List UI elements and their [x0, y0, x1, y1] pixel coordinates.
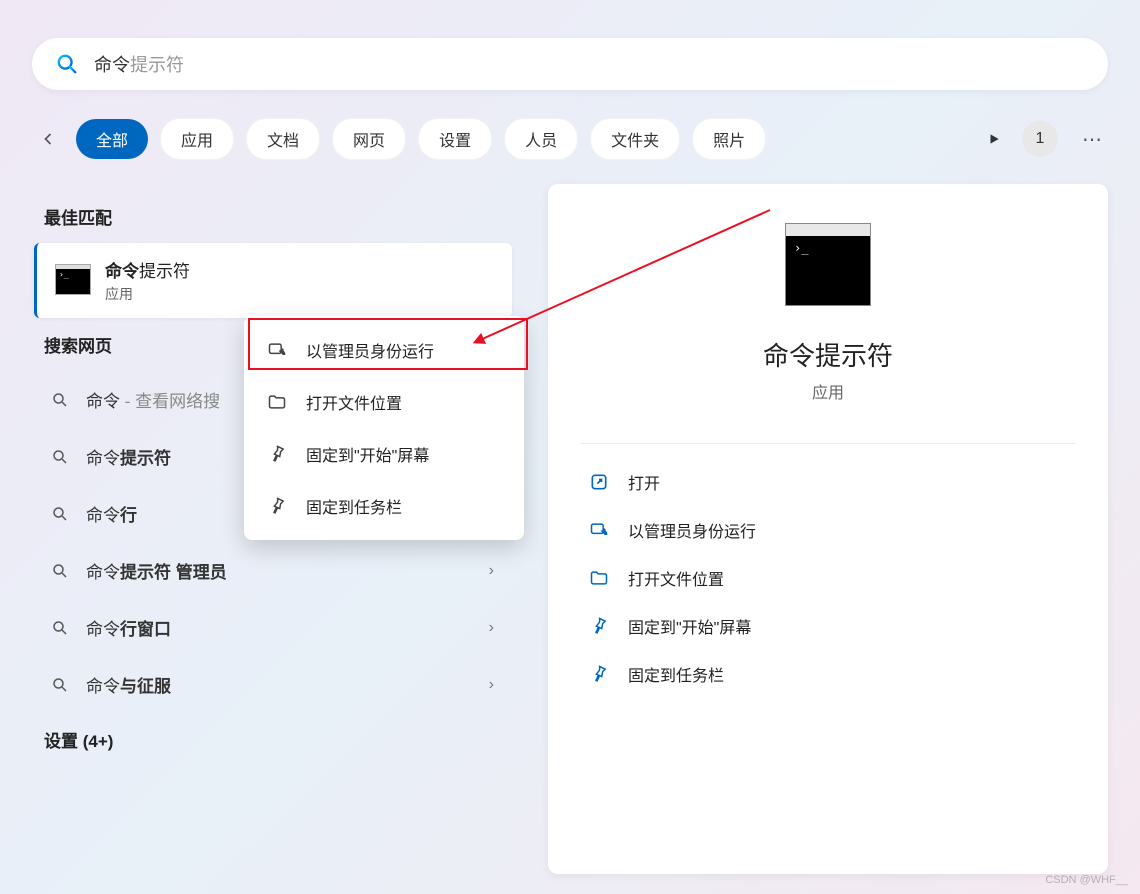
section-settings: 设置 (4+): [44, 727, 512, 752]
chevron-right-icon: ›: [489, 562, 494, 580]
context-menu-label: 固定到任务栏: [306, 494, 402, 518]
web-result-item[interactable]: 命令与征服 ›: [32, 656, 512, 713]
admin-run-icon: [588, 519, 610, 541]
search-icon: [50, 447, 70, 467]
web-result-item[interactable]: 命令行窗口 ›: [32, 599, 512, 656]
preview-subtitle: 应用: [580, 379, 1076, 403]
search-icon: [50, 618, 70, 638]
cmd-icon: [55, 267, 91, 295]
pin-icon: [266, 443, 288, 465]
tab-people[interactable]: 人员: [504, 118, 578, 160]
web-result-text: 命令行窗口: [86, 615, 473, 640]
search-icon: [50, 561, 70, 581]
filter-tabs-row: 全部 应用 文档 网页 设置 人员 文件夹 照片 1 ⋯: [32, 118, 1108, 160]
context-menu: 以管理员身份运行打开文件位置固定到"开始"屏幕固定到任务栏: [244, 316, 524, 540]
tab-photos[interactable]: 照片: [692, 118, 766, 160]
preview-app-icon: [785, 234, 871, 306]
chevron-right-icon: ›: [489, 676, 494, 694]
best-match-result[interactable]: 命令提示符 应用: [34, 243, 512, 318]
tab-documents[interactable]: 文档: [246, 118, 320, 160]
preview-title: 命令提示符: [580, 336, 1076, 373]
context-menu-label: 固定到"开始"屏幕: [306, 442, 429, 466]
preview-action-item[interactable]: 以管理员身份运行: [580, 506, 1076, 554]
context-menu-item[interactable]: 以管理员身份运行: [244, 324, 524, 376]
context-menu-item[interactable]: 固定到任务栏: [244, 480, 524, 532]
web-result-text: 命令与征服: [86, 672, 473, 697]
preview-action-label: 固定到"开始"屏幕: [628, 614, 751, 638]
preview-action-label: 以管理员身份运行: [628, 518, 756, 542]
folder-icon: [588, 567, 610, 589]
tab-web[interactable]: 网页: [332, 118, 406, 160]
preview-action-item[interactable]: 固定到任务栏: [580, 650, 1076, 698]
pin-icon: [588, 663, 610, 685]
play-button[interactable]: [984, 129, 1004, 149]
preview-action-item[interactable]: 固定到"开始"屏幕: [580, 602, 1076, 650]
section-best-match: 最佳匹配: [44, 204, 512, 229]
chevron-right-icon: ›: [489, 619, 494, 637]
preview-action-label: 打开: [628, 470, 660, 494]
pin-icon: [266, 495, 288, 517]
more-button[interactable]: ⋯: [1076, 123, 1108, 155]
best-match-subtitle: 应用: [105, 284, 190, 304]
context-menu-label: 打开文件位置: [306, 390, 402, 414]
tab-apps[interactable]: 应用: [160, 118, 234, 160]
notification-badge[interactable]: 1: [1022, 121, 1058, 157]
best-match-title: 命令提示符: [105, 257, 190, 282]
tab-all[interactable]: 全部: [76, 119, 148, 159]
preview-action-item[interactable]: 打开: [580, 458, 1076, 506]
web-result-text: 命令提示符 管理员: [86, 558, 473, 583]
open-icon: [588, 471, 610, 493]
search-icon: [50, 390, 70, 410]
watermark: CSDN @WHF__: [1045, 874, 1128, 886]
search-icon: [56, 53, 78, 75]
search-icon: [50, 675, 70, 695]
preview-action-label: 打开文件位置: [628, 566, 724, 590]
context-menu-label: 以管理员身份运行: [306, 338, 434, 362]
tab-settings[interactable]: 设置: [418, 118, 492, 160]
context-menu-item[interactable]: 固定到"开始"屏幕: [244, 428, 524, 480]
pin-icon: [588, 615, 610, 637]
preview-action-label: 固定到任务栏: [628, 662, 724, 686]
admin-run-icon: [266, 339, 288, 361]
preview-action-item[interactable]: 打开文件位置: [580, 554, 1076, 602]
preview-panel: 命令提示符 应用 打开以管理员身份运行打开文件位置固定到"开始"屏幕固定到任务栏: [548, 184, 1108, 874]
back-button[interactable]: [32, 123, 64, 155]
divider: [580, 443, 1076, 444]
context-menu-item[interactable]: 打开文件位置: [244, 376, 524, 428]
search-bar[interactable]: 命令提示符: [32, 38, 1108, 90]
search-input-text: 命令提示符: [94, 51, 184, 77]
search-icon: [50, 504, 70, 524]
folder-icon: [266, 391, 288, 413]
web-result-item[interactable]: 命令提示符 管理员 ›: [32, 542, 512, 599]
tab-folders[interactable]: 文件夹: [590, 118, 680, 160]
